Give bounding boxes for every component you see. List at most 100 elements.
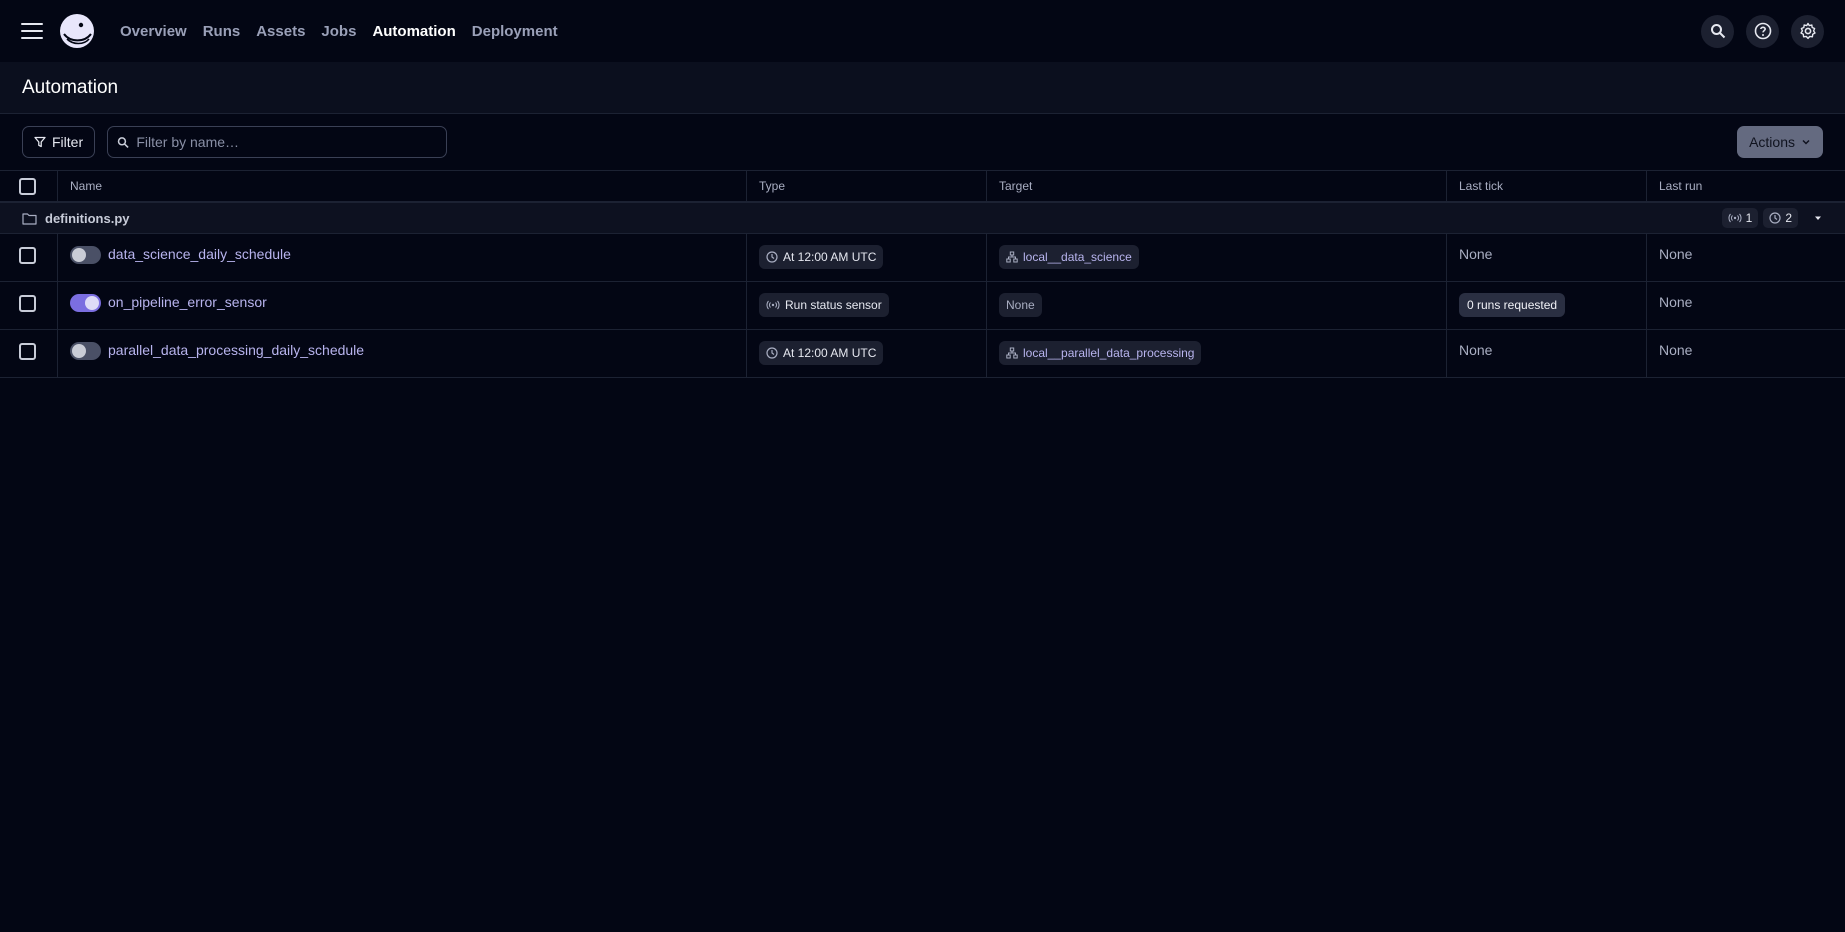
search-input[interactable]: [136, 134, 438, 150]
sensor-icon: [1728, 213, 1742, 223]
actions-button[interactable]: Actions: [1737, 126, 1823, 158]
nav-actions: [1701, 14, 1824, 48]
folder-icon: [22, 212, 37, 225]
toggle-knob: [85, 296, 99, 310]
dagster-logo-icon[interactable]: [58, 12, 96, 50]
row-checkbox[interactable]: [18, 343, 36, 360]
nav-runs[interactable]: Runs: [203, 23, 241, 40]
last-run-value: None: [1659, 342, 1693, 358]
search-icon: [1710, 24, 1725, 39]
column-header-name: Name: [58, 171, 747, 201]
last-tick-tag[interactable]: 0 runs requested: [1459, 293, 1566, 317]
nav-deployment[interactable]: Deployment: [472, 23, 558, 40]
type-tag: Run status sensor: [759, 293, 889, 317]
toggle-knob: [72, 248, 86, 262]
search-icon: [117, 136, 129, 148]
last-tick-cell: None: [1447, 234, 1647, 281]
column-header-type: Type: [747, 171, 987, 201]
type-label: At 12:00 AM UTC: [783, 250, 877, 264]
type-tag: At 12:00 AM UTC: [759, 245, 884, 269]
page-title: Automation: [22, 76, 119, 98]
name-cell: data_science_daily_schedule: [58, 234, 747, 281]
automation-table: Name Type Target Last tick Last run defi…: [0, 171, 1845, 378]
schedule-name-link[interactable]: parallel_data_processing_daily_schedule: [108, 342, 364, 358]
help-button[interactable]: [1746, 14, 1779, 48]
enable-toggle[interactable]: [70, 246, 101, 264]
column-header-last-run: Last run: [1659, 179, 1703, 193]
target-label: local__parallel_data_processing: [1023, 346, 1195, 360]
header-check-cell: [0, 171, 58, 201]
table-row: parallel_data_processing_daily_schedule …: [0, 330, 1845, 378]
job-icon: [1006, 251, 1018, 263]
row-checkbox[interactable]: [18, 247, 36, 264]
type-tag: At 12:00 AM UTC: [759, 341, 884, 365]
actions-button-label: Actions: [1749, 134, 1795, 150]
type-label: Run status sensor: [785, 298, 882, 312]
schedule-count-badge: 2: [1763, 208, 1798, 228]
last-tick-cell: 0 runs requested: [1447, 282, 1647, 329]
page-header: Automation: [0, 62, 1845, 114]
chevron-down-icon: [1802, 139, 1810, 145]
last-tick-value: None: [1459, 342, 1493, 358]
table-row: data_science_daily_schedule At 12:00 AM …: [0, 234, 1845, 282]
nav-assets[interactable]: Assets: [256, 23, 305, 40]
nav-jobs[interactable]: Jobs: [321, 23, 356, 40]
gear-icon: [1799, 22, 1816, 40]
nav-overview[interactable]: Overview: [120, 23, 187, 40]
search-button[interactable]: [1701, 14, 1734, 48]
target-job-link[interactable]: local__parallel_data_processing: [999, 341, 1202, 365]
nav-links: Overview Runs Assets Jobs Automation Dep…: [120, 23, 574, 40]
select-all-checkbox[interactable]: [18, 177, 36, 195]
row-check-cell: [0, 234, 58, 281]
target-label: local__data_science: [1023, 250, 1132, 264]
group-counts: 1 2: [1721, 208, 1823, 228]
enable-toggle[interactable]: [70, 294, 101, 312]
search-field[interactable]: [107, 126, 448, 158]
enable-toggle[interactable]: [70, 342, 101, 360]
column-header-last-tick: Last tick: [1447, 171, 1647, 201]
top-nav: Overview Runs Assets Jobs Automation Dep…: [0, 0, 1845, 62]
settings-button[interactable]: [1791, 14, 1824, 48]
schedule-count: 2: [1785, 211, 1792, 225]
group-label: definitions.py: [45, 210, 130, 226]
target-cell: None: [987, 282, 1447, 329]
clock-icon: [766, 251, 778, 263]
row-check-cell: [0, 330, 58, 377]
group-row-definitions[interactable]: definitions.py 1 2: [0, 203, 1845, 234]
row-check-cell: [0, 282, 58, 329]
sensor-count-badge: 1: [1721, 208, 1759, 228]
name-cell: on_pipeline_error_sensor: [58, 282, 747, 329]
caret-down-icon[interactable]: [1813, 213, 1823, 223]
table-row: on_pipeline_error_sensor Run status sens…: [0, 282, 1845, 330]
target-cell: local__parallel_data_processing: [987, 330, 1447, 377]
type-cell: At 12:00 AM UTC: [747, 330, 987, 377]
name-cell: parallel_data_processing_daily_schedule: [58, 330, 747, 377]
clock-icon: [1769, 212, 1781, 224]
filter-icon: [34, 136, 46, 148]
table-header: Name Type Target Last tick Last run: [0, 171, 1845, 203]
type-cell: Run status sensor: [747, 282, 987, 329]
target-label: None: [1006, 298, 1035, 312]
last-tick-cell: None: [1447, 330, 1647, 377]
toggle-knob: [72, 344, 86, 358]
last-run-value: None: [1659, 294, 1693, 310]
help-icon: [1754, 22, 1771, 40]
target-cell: local__data_science: [987, 234, 1447, 281]
target-tag: None: [999, 293, 1042, 317]
last-run-value: None: [1659, 246, 1693, 262]
last-run-cell: None: [1647, 330, 1845, 377]
last-run-cell: None: [1647, 234, 1845, 281]
row-checkbox[interactable]: [18, 295, 36, 312]
column-header-target: Target: [987, 171, 1447, 201]
last-tick-value: None: [1459, 246, 1493, 262]
menu-icon[interactable]: [21, 23, 43, 39]
last-run-cell: None: [1647, 282, 1845, 329]
target-job-link[interactable]: local__data_science: [999, 245, 1139, 269]
job-icon: [1006, 347, 1018, 359]
schedule-name-link[interactable]: data_science_daily_schedule: [108, 246, 291, 262]
toolbar: Filter Actions: [0, 114, 1845, 171]
sensor-name-link[interactable]: on_pipeline_error_sensor: [108, 294, 267, 310]
clock-icon: [766, 347, 778, 359]
filter-button[interactable]: Filter: [22, 126, 96, 158]
nav-automation[interactable]: Automation: [372, 23, 455, 40]
